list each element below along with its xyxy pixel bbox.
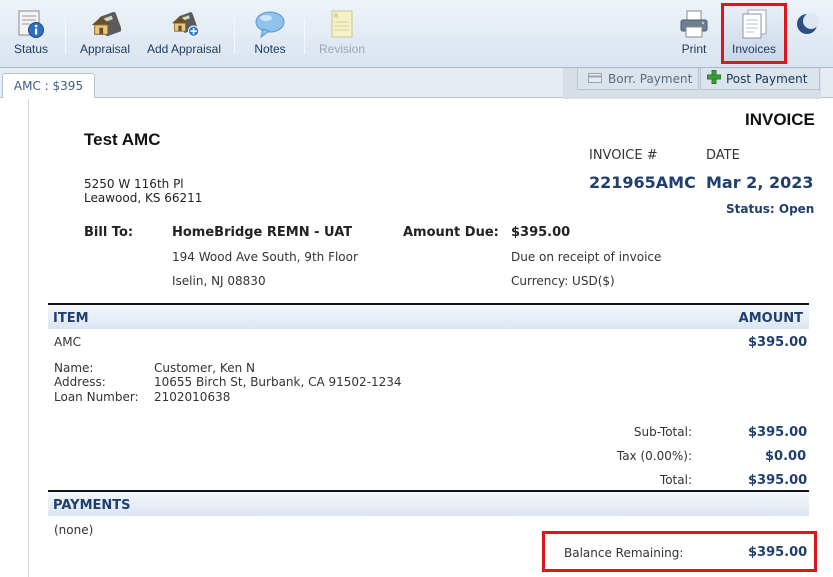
house-calculator-icon xyxy=(89,9,121,39)
company-address-line1: 5250 W 116th Pl xyxy=(84,177,184,191)
moon-icon xyxy=(791,9,823,39)
item-name: AMC xyxy=(54,335,81,349)
speech-bubble-icon xyxy=(254,9,286,39)
payments-none: (none) xyxy=(54,523,94,537)
item-amount: $395.00 xyxy=(748,335,808,350)
tab-strip: AMC : $395 Borr. Payment Post Payment xyxy=(0,68,833,99)
amount-due-label: Amount Due: xyxy=(403,225,499,240)
appraisal-button[interactable]: Appraisal xyxy=(78,0,132,66)
status-button[interactable]: Status xyxy=(10,0,52,66)
invoice-title: INVOICE xyxy=(745,110,815,129)
name-value: Customer, Ken N xyxy=(154,361,255,375)
plus-icon xyxy=(707,70,721,87)
balance-highlight-box xyxy=(542,531,817,572)
company-name: Test AMC xyxy=(84,130,161,149)
revision-button[interactable]: R Revision xyxy=(316,0,368,66)
revision-document-icon: R xyxy=(326,9,358,39)
payments-section-header: PAYMENTS xyxy=(48,490,809,516)
address-value: 10655 Birch St, Burbank, CA 91502-1234 xyxy=(154,375,402,389)
add-house-calculator-icon xyxy=(168,9,200,39)
toolbar-separator xyxy=(234,18,235,54)
invoice-date: Mar 2, 2023 xyxy=(706,173,814,192)
currency: Currency: USD($) xyxy=(511,274,615,288)
company-address-line2: Leawood, KS 66211 xyxy=(84,191,203,205)
notes-label: Notes xyxy=(254,42,286,56)
invoice-number: 221965AMC xyxy=(589,173,696,192)
dark-mode-button[interactable] xyxy=(790,0,824,66)
add-appraisal-button[interactable]: Add Appraisal xyxy=(146,0,222,66)
status-label: Status xyxy=(13,42,49,56)
item-header: ITEM xyxy=(53,311,89,326)
print-label: Print xyxy=(681,42,707,56)
borr-payment-label: Borr. Payment xyxy=(608,71,693,86)
post-payment-button[interactable]: Post Payment xyxy=(700,68,820,90)
item-section-header: ITEM AMOUNT xyxy=(48,303,809,329)
post-payment-label: Post Payment xyxy=(726,71,808,86)
invoices-highlight-box xyxy=(721,3,787,64)
tab-amc[interactable]: AMC : $395 xyxy=(2,73,95,98)
tax-value: $0.00 xyxy=(765,449,807,464)
toolbar-separator xyxy=(304,18,305,54)
appraisal-label: Appraisal xyxy=(79,42,131,56)
toolbar-separator xyxy=(65,18,66,54)
svg-text:R: R xyxy=(334,13,338,20)
amount-due-value: $395.00 xyxy=(511,225,571,240)
notes-button[interactable]: Notes xyxy=(250,0,290,66)
invoice-number-label: INVOICE # xyxy=(589,148,658,163)
due-note: Due on receipt of invoice xyxy=(511,250,662,264)
loan-number-label: Loan Number: xyxy=(54,390,139,404)
toolbar: Status Appraisal Add Appraisal Notes R R… xyxy=(0,0,833,68)
invoice-status: Status: Open xyxy=(726,202,815,216)
payments-header: PAYMENTS xyxy=(53,498,131,513)
date-label: DATE xyxy=(706,148,740,163)
subtotal-value: $395.00 xyxy=(748,425,808,440)
bill-to-name: HomeBridge REMN - UAT xyxy=(172,225,353,240)
subtotal-label: Sub-Total: xyxy=(633,425,692,439)
revision-label: Revision xyxy=(318,42,366,56)
bill-to-address-line1: 194 Wood Ave South, 9th Floor xyxy=(172,250,358,264)
bill-to-label: Bill To: xyxy=(84,225,134,240)
loan-number-value: 2102010638 xyxy=(154,390,231,404)
info-document-icon xyxy=(15,9,47,39)
total-label: Total: xyxy=(659,473,692,487)
name-label: Name: xyxy=(54,361,94,375)
address-label: Address: xyxy=(54,375,106,389)
amount-header: AMOUNT xyxy=(738,311,803,326)
add-appraisal-label: Add Appraisal xyxy=(146,42,222,56)
total-value: $395.00 xyxy=(748,473,808,488)
printer-icon xyxy=(678,9,710,39)
print-button[interactable]: Print xyxy=(676,0,712,66)
borr-payment-button[interactable]: Borr. Payment xyxy=(577,68,699,90)
tax-label: Tax (0.00%): xyxy=(616,449,692,463)
bill-to-address-line2: Iselin, NJ 08830 xyxy=(172,274,266,288)
card-icon xyxy=(588,72,602,86)
